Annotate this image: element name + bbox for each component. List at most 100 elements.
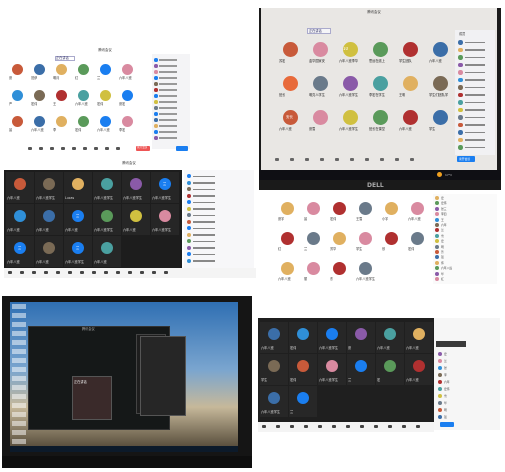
control-button[interactable] bbox=[105, 147, 109, 150]
control-button[interactable] bbox=[335, 158, 339, 161]
participant-avatar[interactable] bbox=[56, 90, 67, 101]
control-button[interactable] bbox=[140, 271, 144, 274]
participant-avatar[interactable] bbox=[385, 202, 398, 215]
participant-avatar[interactable] bbox=[385, 232, 398, 245]
control-button[interactable] bbox=[416, 425, 420, 428]
control-button[interactable] bbox=[402, 425, 406, 428]
participant-avatar[interactable] bbox=[326, 328, 338, 340]
participant-avatar[interactable] bbox=[384, 328, 396, 340]
participant-avatar[interactable] bbox=[43, 210, 55, 222]
participant-avatar[interactable] bbox=[333, 232, 346, 245]
control-button[interactable] bbox=[332, 425, 336, 428]
participant-avatar[interactable] bbox=[12, 116, 23, 127]
participant-avatar[interactable] bbox=[313, 76, 328, 91]
control-button[interactable] bbox=[83, 147, 87, 150]
control-button[interactable] bbox=[28, 147, 32, 150]
sidebar-selected-row[interactable] bbox=[436, 341, 466, 347]
participant-avatar[interactable] bbox=[101, 210, 113, 222]
participant-avatar[interactable] bbox=[14, 210, 26, 222]
control-button[interactable] bbox=[410, 158, 414, 161]
participant-avatar[interactable] bbox=[122, 90, 133, 101]
control-button[interactable] bbox=[116, 147, 120, 150]
participant-avatar[interactable] bbox=[307, 232, 320, 245]
participant-avatar[interactable] bbox=[122, 64, 133, 75]
participant-avatar[interactable] bbox=[281, 232, 294, 245]
blue-action-button[interactable] bbox=[176, 146, 188, 151]
participant-avatar[interactable] bbox=[34, 116, 45, 127]
participant-avatar[interactable] bbox=[373, 42, 388, 57]
participant-avatar[interactable] bbox=[78, 90, 89, 101]
control-button[interactable] bbox=[276, 425, 280, 428]
control-button[interactable] bbox=[80, 271, 84, 274]
participant-avatar[interactable] bbox=[333, 202, 346, 215]
control-button[interactable] bbox=[68, 271, 72, 274]
participant-avatar[interactable] bbox=[313, 42, 328, 57]
control-button[interactable] bbox=[360, 425, 364, 428]
participant-avatar[interactable] bbox=[355, 360, 367, 372]
participant-avatar[interactable] bbox=[326, 360, 338, 372]
participant-avatar[interactable] bbox=[43, 242, 55, 254]
participant-avatar[interactable] bbox=[433, 42, 448, 57]
control-button[interactable] bbox=[61, 147, 65, 150]
leave-button[interactable] bbox=[440, 422, 454, 427]
participant-avatar[interactable] bbox=[283, 42, 298, 57]
control-button[interactable] bbox=[39, 147, 43, 150]
participant-avatar[interactable] bbox=[307, 202, 320, 215]
participant-avatar[interactable] bbox=[313, 110, 328, 125]
participant-avatar[interactable] bbox=[130, 178, 142, 190]
participant-avatar[interactable] bbox=[100, 116, 111, 127]
control-button[interactable] bbox=[20, 271, 24, 274]
participant-avatar[interactable] bbox=[307, 262, 320, 275]
participant-avatar[interactable] bbox=[403, 110, 418, 125]
control-button[interactable] bbox=[365, 158, 369, 161]
control-button[interactable] bbox=[290, 158, 294, 161]
participant-avatar[interactable] bbox=[56, 116, 67, 127]
participant-avatar[interactable] bbox=[101, 242, 113, 254]
participant-avatar[interactable] bbox=[411, 232, 424, 245]
control-button[interactable] bbox=[275, 158, 279, 161]
participant-avatar[interactable] bbox=[333, 262, 346, 275]
participant-avatar[interactable] bbox=[411, 202, 424, 215]
control-button[interactable] bbox=[346, 425, 350, 428]
participant-avatar[interactable] bbox=[413, 360, 425, 372]
control-button[interactable] bbox=[56, 271, 60, 274]
control-button[interactable] bbox=[152, 271, 156, 274]
control-button[interactable] bbox=[262, 425, 266, 428]
participant-avatar[interactable] bbox=[268, 392, 280, 404]
participant-avatar[interactable] bbox=[281, 202, 294, 215]
participant-avatar[interactable] bbox=[56, 64, 67, 75]
control-button[interactable] bbox=[395, 158, 399, 161]
participant-avatar[interactable] bbox=[268, 328, 280, 340]
participant-avatar[interactable] bbox=[283, 76, 298, 91]
control-button[interactable] bbox=[92, 271, 96, 274]
control-button[interactable] bbox=[44, 271, 48, 274]
participant-avatar[interactable] bbox=[373, 110, 388, 125]
participant-avatar[interactable] bbox=[281, 262, 294, 275]
participant-avatar[interactable] bbox=[34, 64, 45, 75]
control-button[interactable] bbox=[72, 147, 76, 150]
control-button[interactable] bbox=[128, 271, 132, 274]
control-button[interactable] bbox=[374, 425, 378, 428]
control-button[interactable] bbox=[350, 158, 354, 161]
participant-avatar[interactable] bbox=[12, 64, 23, 75]
participant-avatar[interactable] bbox=[72, 178, 84, 190]
participant-avatar[interactable] bbox=[78, 64, 89, 75]
participant-avatar[interactable] bbox=[268, 360, 280, 372]
participant-avatar[interactable] bbox=[12, 90, 23, 101]
participant-avatar[interactable] bbox=[130, 210, 142, 222]
participant-avatar[interactable] bbox=[100, 90, 111, 101]
participant-avatar[interactable] bbox=[373, 76, 388, 91]
participant-avatar[interactable] bbox=[359, 262, 372, 275]
participant-avatar[interactable] bbox=[433, 110, 448, 125]
control-button[interactable] bbox=[104, 271, 108, 274]
control-button[interactable] bbox=[380, 158, 384, 161]
participant-avatar[interactable] bbox=[384, 360, 396, 372]
participant-avatar[interactable] bbox=[343, 110, 358, 125]
control-button[interactable] bbox=[8, 271, 12, 274]
participant-avatar[interactable] bbox=[14, 178, 26, 190]
participant-avatar[interactable] bbox=[359, 232, 372, 245]
control-button[interactable] bbox=[318, 425, 322, 428]
participant-avatar[interactable] bbox=[159, 210, 171, 222]
control-button[interactable] bbox=[116, 271, 120, 274]
participant-avatar[interactable] bbox=[297, 328, 309, 340]
